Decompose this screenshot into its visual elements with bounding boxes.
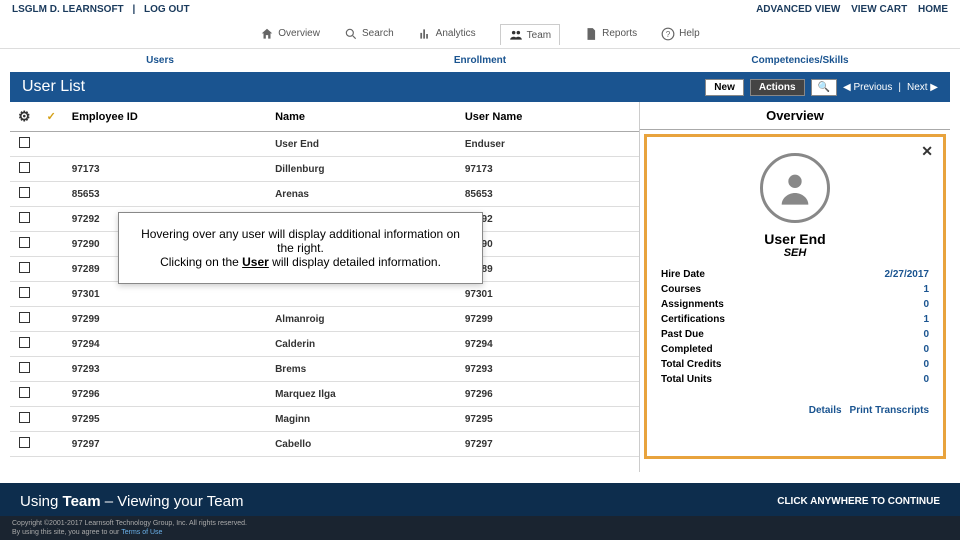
stat-certs-label: Certifications [661,314,725,325]
table-row[interactable]: 97294Calderin97294 [10,332,639,357]
continue-cta: CLICK ANYWHERE TO CONTINUE [777,496,940,507]
check-icon: ✓ [47,111,56,123]
view-cart-link[interactable]: VIEW CART [851,4,907,15]
stat-courses-value: 1 [923,284,929,295]
tooltip: Hovering over any user will display addi… [118,212,483,284]
previous-link[interactable]: ◀ Previous [843,82,892,93]
help-icon: ? [661,27,675,41]
stat-hiredate-value: 2/27/2017 [885,269,930,280]
search-icon [344,27,358,41]
row-checkbox[interactable] [19,162,30,173]
table-row[interactable]: 97293Brems97293 [10,357,639,382]
nav-search[interactable]: Search [344,27,394,41]
table-row[interactable]: 97173Dillenburg97173 [10,157,639,182]
profile-sub: SEH [661,247,929,259]
legal-footer: Copyright ©2001-2017 Learnsoft Technolog… [0,516,960,540]
team-icon [509,28,523,42]
brand-text: LSGLM D. LEARNSOFT [12,4,124,15]
table-row[interactable]: 97299Almanroig97299 [10,307,639,332]
row-checkbox[interactable] [19,337,30,348]
print-transcripts-link[interactable]: Print Transcripts [850,405,929,416]
row-checkbox[interactable] [19,437,30,448]
table-row[interactable]: 85653Arenas85653 [10,182,639,207]
row-checkbox[interactable] [19,137,30,148]
stat-credits-label: Total Credits [661,359,721,370]
terms-link[interactable]: Terms of Use [121,529,162,536]
nav-help[interactable]: ?Help [661,27,700,41]
row-checkbox[interactable] [19,287,30,298]
row-checkbox[interactable] [19,212,30,223]
row-checkbox[interactable] [19,237,30,248]
stat-pastdue-value: 0 [923,329,929,340]
stat-units-value: 0 [923,374,929,385]
tab-competencies[interactable]: Competencies/Skills [640,55,960,66]
svg-text:?: ? [666,29,671,38]
avatar [760,153,830,223]
col-empid[interactable]: Employee ID [64,102,267,132]
close-icon[interactable]: ✕ [921,143,933,160]
nav-reports[interactable]: Reports [584,27,637,41]
overview-title: Overview [640,102,950,130]
row-checkbox[interactable] [19,262,30,273]
new-button[interactable]: New [705,79,744,96]
row-checkbox[interactable] [19,412,30,423]
gear-icon[interactable]: ⚙ [18,108,31,124]
stat-assignments-label: Assignments [661,299,724,310]
footer-bar[interactable]: Using Team – Viewing your Team CLICK ANY… [0,483,960,520]
advanced-view-link[interactable]: ADVANCED VIEW [756,4,840,15]
stat-courses-label: Courses [661,284,701,295]
chart-icon [418,27,432,41]
stat-units-label: Total Units [661,374,712,385]
table-row[interactable]: 97296Marquez Ilga97296 [10,382,639,407]
profile-card: ✕ User End SEH Hire Date 2/27/2017 Course… [644,134,946,459]
next-link[interactable]: Next ▶ [907,82,938,93]
nav-team[interactable]: Team [500,24,560,45]
stat-assignments-value: 0 [923,299,929,310]
nav-analytics[interactable]: Analytics [418,27,476,41]
profile-name: User End [661,231,929,247]
tab-enrollment[interactable]: Enrollment [320,55,640,66]
row-checkbox[interactable] [19,187,30,198]
table-row[interactable]: User EndEnduser [10,132,639,157]
table-row[interactable]: 97295Maginn97295 [10,407,639,432]
row-checkbox[interactable] [19,387,30,398]
table-row[interactable]: 97297Cabello97297 [10,432,639,457]
col-username[interactable]: User Name [457,102,639,132]
stat-hiredate-label: Hire Date [661,269,705,280]
table-row[interactable]: 9730197301 [10,282,639,307]
reports-icon [584,27,598,41]
row-checkbox[interactable] [19,312,30,323]
col-name[interactable]: Name [267,102,457,132]
stat-certs-value: 1 [923,314,929,325]
tab-users[interactable]: Users [0,55,320,66]
logout-link[interactable]: LOG OUT [144,4,190,15]
nav-overview[interactable]: Overview [260,27,320,41]
stat-completed-value: 0 [923,344,929,355]
page-title: User List [22,78,85,96]
home-icon [260,27,274,41]
details-link[interactable]: Details [809,405,842,416]
stat-credits-value: 0 [923,359,929,370]
stat-pastdue-label: Past Due [661,329,704,340]
actions-button[interactable]: Actions [750,79,805,96]
row-checkbox[interactable] [19,362,30,373]
search-button[interactable]: 🔍 [811,79,837,96]
stat-completed-label: Completed [661,344,713,355]
home-link[interactable]: HOME [918,4,948,15]
